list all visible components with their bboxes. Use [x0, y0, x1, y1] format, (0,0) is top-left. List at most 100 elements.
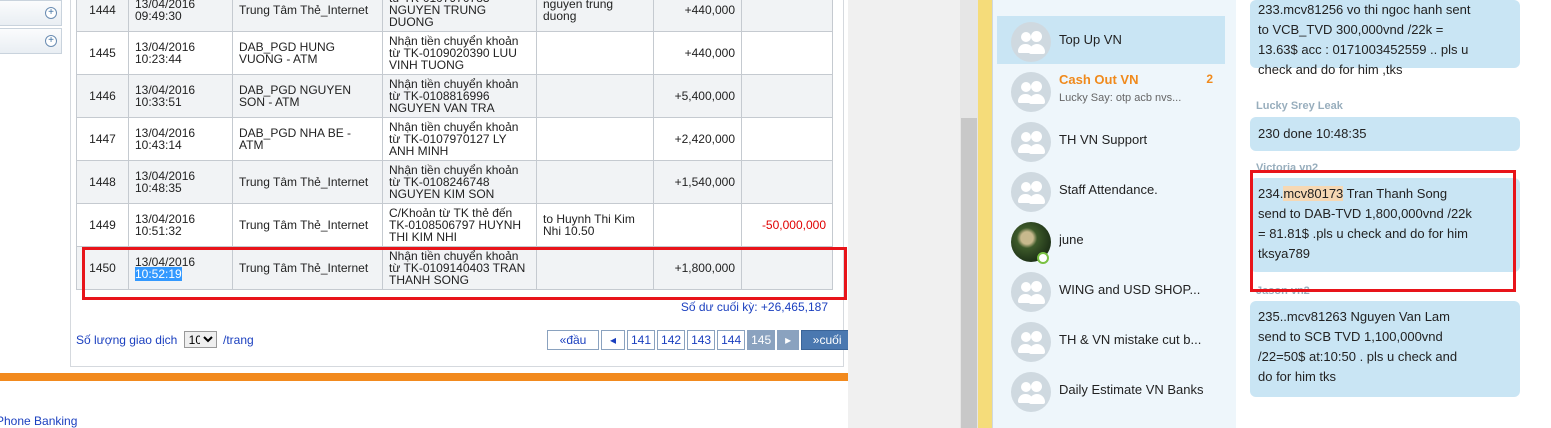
- prev-page-button[interactable]: ◂: [601, 330, 625, 350]
- last-page-label: cuối: [819, 333, 842, 347]
- red-highlight-box: [82, 247, 847, 300]
- group-avatar-icon: [1011, 172, 1051, 212]
- row-description: Nhận tiền chuyển khoản từ TK-0107970127 …: [382, 117, 537, 161]
- row-credit: +440,000: [653, 31, 742, 75]
- group-avatar-icon: [1011, 122, 1051, 162]
- row-time: 10:23:44: [135, 52, 182, 66]
- page-143-button[interactable]: 143: [687, 330, 716, 350]
- table-row: 1449 13/04/2016 10:51:32 Trung Tâm Thẻ_Inte…: [76, 203, 833, 247]
- page-142-button[interactable]: 142: [657, 330, 686, 350]
- page-141-button[interactable]: 141: [627, 330, 656, 350]
- per-page-suffix: /trang: [222, 333, 254, 347]
- chat-list-item[interactable]: TH & VN mistake cut b...: [997, 316, 1225, 364]
- row-channel: DAB_PGD NHA BE - ATM: [232, 117, 383, 161]
- online-status-icon: [1037, 252, 1049, 264]
- message-line: 13.63$ acc : 0171003452559 .. pls u: [1258, 42, 1469, 57]
- row-debit: [741, 74, 833, 118]
- chat-list: Top Up VN Cash Out VN Lucky Say: otp acb n…: [992, 0, 1236, 428]
- row-note: [536, 160, 654, 204]
- last-page-button[interactable]: » cuối: [801, 330, 848, 350]
- group-avatar-icon: [1011, 272, 1051, 312]
- page-number: 142: [661, 333, 682, 347]
- message-line: send to SCB TVD 1,100,000vnd: [1258, 329, 1443, 344]
- chat-list-item[interactable]: Daily Estimate VN Banks: [997, 366, 1225, 414]
- row-debit: [741, 117, 833, 161]
- red-highlight-box: [1250, 170, 1516, 292]
- chat-list-item[interactable]: Cash Out VN Lucky Say: otp acb nvs... 2: [997, 66, 1225, 114]
- row-datetime: 13/04/2016 10:43:14: [128, 117, 233, 161]
- message-line: /22=50$ at:10:50 . pls u check and: [1258, 349, 1458, 364]
- message-bubble: 235..mcv81263 Nguyen Van Lam send to SCB…: [1250, 301, 1520, 397]
- row-time: 10:43:14: [135, 138, 182, 152]
- bank-statement-page: + + 1444 13/04/2016 09:49:30 Trung Tâm Thẻ_…: [0, 0, 848, 428]
- chat-list-item[interactable]: Top Up VN: [997, 16, 1225, 64]
- row-debit: [741, 160, 833, 204]
- message-line: 233.mcv81256 vo thi ngoc hanh sent: [1258, 2, 1471, 17]
- next-arrow-icon: ▸: [785, 333, 792, 347]
- expand-plus-icon[interactable]: +: [45, 7, 57, 19]
- scrollbar-thumb[interactable]: [961, 118, 977, 428]
- page-144-button[interactable]: 144: [717, 330, 746, 350]
- row-description: Nhận tiền chuyển khoản từ TK-0109020390 …: [382, 31, 537, 75]
- chat-list-item[interactable]: Staff Attendance.: [997, 166, 1225, 214]
- row-description: từ TK-0107970783 NGUYEN TRUNG DUONG: [382, 0, 537, 32]
- row-time: 10:51:32: [135, 224, 182, 238]
- row-credit: +5,400,000: [653, 74, 742, 118]
- per-page-select[interactable]: 10: [183, 331, 217, 348]
- table-row: 1446 13/04/2016 10:33:51 DAB_PGD NGUYEN SON…: [76, 74, 833, 118]
- orange-divider: [0, 373, 848, 381]
- group-avatar-icon: [1011, 22, 1051, 62]
- per-page-label: Số lượng giao dịch: [76, 333, 178, 347]
- row-datetime: 13/04/2016 10:23:44: [128, 31, 233, 75]
- row-id: 1448: [76, 160, 129, 204]
- chat-list-item[interactable]: TH VN Support: [997, 116, 1225, 164]
- chat-preview: Lucky Say: otp acb nvs...: [1059, 92, 1182, 104]
- page-number: 141: [631, 333, 652, 347]
- prev-arrow-icon: ◂: [609, 333, 617, 347]
- row-id: 1445: [76, 31, 129, 75]
- row-credit: +1,540,000: [653, 160, 742, 204]
- message-line: 230 done 10:48:35: [1258, 126, 1367, 141]
- chat-name: Staff Attendance.: [1059, 182, 1158, 197]
- row-datetime: 13/04/2016 10:51:32: [128, 203, 233, 247]
- page-145-button[interactable]: 145: [747, 330, 776, 350]
- unread-count-badge: 2: [1206, 72, 1213, 86]
- first-page-label: đầu: [566, 333, 587, 347]
- row-credit: [653, 203, 742, 247]
- next-page-button[interactable]: ▸: [777, 330, 800, 350]
- chat-name: Daily Estimate VN Banks: [1059, 382, 1204, 397]
- chat-name: TH VN Support: [1059, 132, 1148, 147]
- message-line: to VCB_TVD 300,000vnd /22k =: [1258, 22, 1444, 37]
- group-avatar-icon: [1011, 372, 1051, 412]
- sidebar-menu-item[interactable]: +: [0, 0, 62, 26]
- chat-list-item[interactable]: june: [997, 216, 1225, 264]
- row-time: 10:33:51: [135, 95, 182, 109]
- chat-name: Top Up VN: [1059, 32, 1122, 47]
- table-row: 1444 13/04/2016 09:49:30 Trung Tâm Thẻ_Inte…: [76, 0, 833, 32]
- group-avatar-icon: [1011, 322, 1051, 362]
- row-credit: +2,420,000: [653, 117, 742, 161]
- sidebar-menu-item[interactable]: +: [0, 28, 62, 54]
- chat-name: Cash Out VN: [1059, 72, 1139, 87]
- message-line: do for him tks: [1258, 369, 1337, 384]
- message-bubble: 230 done 10:48:35: [1250, 117, 1520, 151]
- row-datetime: 13/04/2016 10:33:51: [128, 74, 233, 118]
- table-row: 1447 13/04/2016 10:43:14 DAB_PGD NHA BE - A…: [76, 117, 833, 161]
- expand-plus-icon[interactable]: +: [45, 35, 57, 47]
- first-page-button[interactable]: « đầu: [547, 330, 599, 350]
- group-avatar-icon: [1011, 72, 1051, 112]
- page-number: 143: [691, 333, 712, 347]
- row-note: [536, 31, 654, 75]
- message-line: check and do for him ,tks: [1258, 62, 1403, 77]
- phone-banking-link[interactable]: Phone Banking: [0, 414, 77, 428]
- row-channel: Trung Tâm Thẻ_Internet: [232, 203, 383, 247]
- message-bubble: 233.mcv81256 vo thi ngoc hanh sent to VC…: [1250, 0, 1520, 77]
- row-time: 09:49:30: [135, 9, 182, 23]
- row-description: C/Khoản từ TK thẻ đến TK-0108506797 HUYN…: [382, 203, 537, 247]
- row-time: 10:48:35: [135, 181, 182, 195]
- chat-list-item[interactable]: WING and USD SHOP...: [997, 266, 1225, 314]
- row-note: [536, 74, 654, 118]
- page-number: 144: [721, 333, 742, 347]
- window-gap: [848, 0, 960, 428]
- pagination: « đầu ◂ 141 142 143 144 145 ▸ » cuối: [547, 330, 848, 350]
